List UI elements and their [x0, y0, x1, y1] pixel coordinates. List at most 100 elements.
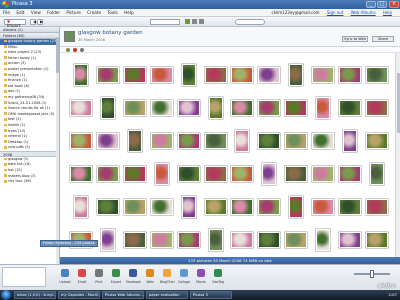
- photo-thumbnail[interactable]: [365, 66, 388, 83]
- photo-thumbnail[interactable]: [150, 99, 173, 116]
- photo-thumbnail[interactable]: [70, 132, 93, 149]
- photo-thumbnail[interactable]: [101, 229, 116, 252]
- upload-icon[interactable]: [61, 269, 69, 277]
- photo-thumbnail[interactable]: [289, 63, 304, 86]
- photo-thumbnail[interactable]: [204, 132, 227, 149]
- star-icon[interactable]: [73, 48, 77, 52]
- photo-thumbnail[interactable]: [338, 199, 361, 216]
- photo-thumbnail[interactable]: [177, 99, 200, 116]
- play-icon[interactable]: [66, 48, 70, 52]
- forward-button[interactable]: ▶: [37, 19, 43, 25]
- movie-icon[interactable]: [197, 269, 205, 277]
- photo-thumbnail[interactable]: [285, 99, 308, 116]
- photo-thumbnail[interactable]: [97, 66, 120, 83]
- photo-thumbnail[interactable]: [124, 199, 147, 216]
- photo-thumbnail[interactable]: [150, 199, 173, 216]
- photo-thumbnail[interactable]: [289, 196, 304, 219]
- photo-thumbnail[interactable]: [74, 196, 89, 219]
- tray-button-label[interactable]: BlogThis!: [160, 280, 175, 284]
- photo-thumbnail[interactable]: [315, 229, 330, 252]
- minimize-button[interactable]: _: [366, 1, 376, 8]
- folder-selected-button[interactable]: Folder Selected - 233 photos: [40, 240, 98, 247]
- photo-thumbnail[interactable]: [70, 166, 93, 183]
- zoom-slider-knob[interactable]: [370, 270, 374, 278]
- photo-thumbnail[interactable]: [177, 166, 200, 183]
- photo-thumbnail[interactable]: [311, 199, 334, 216]
- photo-thumbnail[interactable]: [181, 196, 196, 219]
- photo-thumbnail[interactable]: [128, 129, 143, 152]
- photo-thumbnail[interactable]: [231, 232, 254, 249]
- photo-thumbnail[interactable]: [365, 132, 388, 149]
- timeline-icon[interactable]: [199, 19, 204, 24]
- folder-item[interactable]: city tour (38): [0, 179, 59, 185]
- photo-thumbnail[interactable]: [258, 232, 281, 249]
- tray-selection-area[interactable]: [2, 267, 46, 287]
- photo-thumbnail[interactable]: [208, 229, 223, 252]
- menu-help[interactable]: Help: [124, 10, 134, 15]
- menu-view[interactable]: View: [31, 10, 41, 15]
- photo-thumbnail[interactable]: [338, 66, 361, 83]
- taskbar-task[interactable]: inbox (1,0,0) - kunyi...: [14, 291, 56, 299]
- back-button[interactable]: ◀: [30, 19, 36, 25]
- menu-picture[interactable]: Picture: [66, 10, 80, 15]
- album-title[interactable]: glasgow botany garden: [78, 30, 143, 36]
- menu-folder[interactable]: Folder: [47, 10, 60, 15]
- photo-thumbnail[interactable]: [369, 163, 384, 186]
- photo-thumbnail[interactable]: [285, 132, 308, 149]
- web-icon[interactable]: [146, 269, 154, 277]
- photo-thumbnail[interactable]: [311, 66, 334, 83]
- photo-thumbnail[interactable]: [97, 132, 120, 149]
- facebook-icon[interactable]: [129, 269, 137, 277]
- photo-thumbnail[interactable]: [365, 232, 388, 249]
- photo-thumbnail[interactable]: [177, 232, 200, 249]
- photo-thumbnail[interactable]: [204, 199, 227, 216]
- camera-icon[interactable]: [192, 19, 197, 24]
- photo-thumbnail[interactable]: [150, 66, 173, 83]
- tag-icon[interactable]: [80, 48, 84, 52]
- play-slideshow-icon[interactable]: [185, 19, 190, 24]
- email-icon[interactable]: [78, 269, 86, 277]
- photo-thumbnail[interactable]: [311, 166, 334, 183]
- photo-thumbnail[interactable]: [97, 166, 120, 183]
- import-button[interactable]: ▼ Import: [4, 19, 26, 28]
- photo-thumbnail[interactable]: [124, 166, 147, 183]
- photo-thumbnail[interactable]: [101, 96, 116, 119]
- photo-thumbnail[interactable]: [338, 166, 361, 183]
- left-panel-scroll-thumb[interactable]: [56, 37, 59, 73]
- tray-button-label[interactable]: Collage: [177, 280, 191, 284]
- photo-thumbnail[interactable]: [365, 99, 388, 116]
- photo-thumbnail[interactable]: [311, 132, 334, 149]
- left-panel-scrollbar[interactable]: [56, 33, 59, 273]
- photo-thumbnail[interactable]: [231, 199, 254, 216]
- menu-create[interactable]: Create: [87, 10, 101, 15]
- photo-thumbnail[interactable]: [70, 99, 93, 116]
- tray-button-label[interactable]: Web: [143, 280, 157, 284]
- collage-icon[interactable]: [180, 269, 188, 277]
- close-button[interactable]: ×: [389, 1, 399, 8]
- photo-thumbnail[interactable]: [338, 232, 361, 249]
- photo-thumbnail[interactable]: [204, 66, 227, 83]
- tray-button-label[interactable]: Export: [109, 280, 123, 284]
- geotag-icon[interactable]: [214, 269, 222, 277]
- content-scrollbar[interactable]: [395, 53, 400, 257]
- tray-button-label[interactable]: Email: [75, 280, 89, 284]
- photo-thumbnail[interactable]: [124, 232, 147, 249]
- photo-thumbnail[interactable]: [231, 66, 254, 83]
- maximize-button[interactable]: □: [377, 1, 387, 8]
- tray-button-label[interactable]: Print: [92, 280, 106, 284]
- photo-thumbnail[interactable]: [97, 199, 120, 216]
- photo-thumbnail[interactable]: [231, 99, 254, 116]
- print-icon[interactable]: [95, 269, 103, 277]
- taskbar-task[interactable]: Picasa 3: [190, 291, 232, 299]
- taskbar-task[interactable]: paper evaluation: [146, 291, 188, 299]
- photo-thumbnail[interactable]: [315, 96, 330, 119]
- photo-thumbnail[interactable]: [181, 63, 196, 86]
- menu-file[interactable]: File: [3, 10, 10, 15]
- photo-thumbnail[interactable]: [258, 132, 281, 149]
- taskbar-task[interactable]: my Capsules - Mozill...: [58, 291, 100, 299]
- photo-thumbnail[interactable]: [154, 163, 169, 186]
- photo-thumbnail[interactable]: [150, 232, 173, 249]
- photo-thumbnail[interactable]: [365, 199, 388, 216]
- photo-thumbnail[interactable]: [262, 163, 277, 186]
- blogthis-icon[interactable]: [163, 269, 171, 277]
